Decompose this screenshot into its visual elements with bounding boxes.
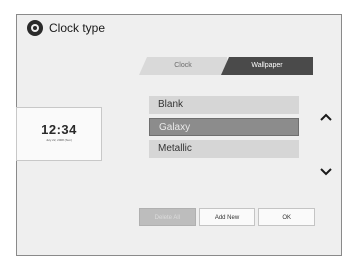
bottom-button-bar: Delete All Add New OK <box>139 208 316 226</box>
delete-all-button[interactable]: Delete All <box>139 208 196 226</box>
chevron-up-icon <box>320 113 332 121</box>
title-bar: Clock type <box>17 15 341 41</box>
scroll-down-button[interactable] <box>316 165 336 179</box>
preview-date: July 22, 2008 (Sun) <box>45 138 72 142</box>
ok-button[interactable]: OK <box>258 208 316 226</box>
gear-icon <box>27 20 43 36</box>
tab-bar: Clock Wallpaper <box>139 57 315 75</box>
tab-wallpaper[interactable]: Wallpaper <box>221 57 313 75</box>
tab-clock[interactable]: Clock <box>139 57 227 75</box>
list-item-metallic[interactable]: Metallic <box>149 140 299 158</box>
add-new-button[interactable]: Add New <box>198 208 256 226</box>
wallpaper-list: Blank Galaxy Metallic <box>149 96 299 162</box>
list-item-galaxy[interactable]: Galaxy <box>149 118 299 136</box>
preview-time: 12:34 <box>41 122 77 137</box>
clock-preview: 12:34 July 22, 2008 (Sun) <box>16 107 102 161</box>
scroll-up-button[interactable] <box>316 110 336 124</box>
chevron-down-icon <box>320 168 332 176</box>
window-title: Clock type <box>49 21 106 35</box>
list-item-blank[interactable]: Blank <box>149 96 299 114</box>
